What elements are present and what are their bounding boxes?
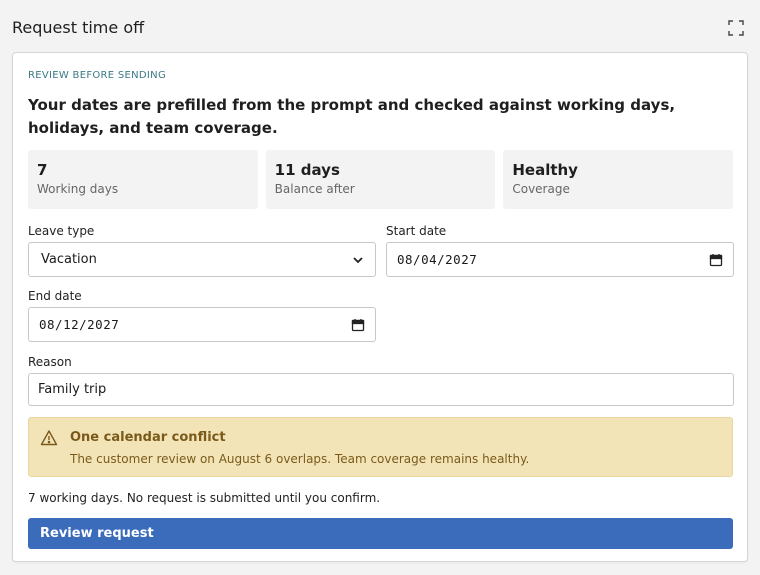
review-request-button[interactable]: Review request	[28, 518, 733, 549]
section-eyebrow: REVIEW BEFORE SENDING	[28, 70, 167, 81]
summary-footnote: 7 working days. No request is submitted …	[28, 491, 381, 505]
reason-input[interactable]: Family trip	[28, 373, 734, 406]
stat-value: 7	[37, 161, 48, 179]
stat-coverage: Healthy Coverage	[503, 150, 734, 209]
request-card: REVIEW BEFORE SENDING Your dates are pre…	[12, 52, 748, 562]
stat-value: Healthy	[512, 161, 578, 179]
card-headline: Your dates are prefilled from the prompt…	[28, 96, 676, 137]
leave-type-label: Leave type	[28, 224, 95, 238]
leave-type-select[interactable]: Vacation	[28, 242, 376, 277]
end-date-label: End date	[28, 289, 82, 303]
stat-label: Coverage	[512, 182, 570, 196]
stat-label: Balance after	[274, 182, 355, 196]
stat-balance-after: 11 days Balance after	[265, 150, 496, 209]
start-date-input[interactable]: 08/04/2027	[386, 242, 734, 277]
stats-row: 7 Working days 11 days Balance after Hea…	[28, 150, 734, 209]
start-date-value: 08/04/2027	[397, 252, 478, 267]
expand-icon[interactable]	[728, 20, 744, 36]
start-date-label: Start date	[386, 224, 447, 238]
alert-body: The customer review on August 6 overlaps…	[70, 452, 530, 466]
calendar-icon[interactable]	[351, 318, 365, 332]
calendar-icon[interactable]	[709, 253, 723, 267]
warning-icon	[40, 430, 58, 446]
chevron-down-icon	[353, 256, 363, 263]
panel-title: Request time off	[12, 18, 145, 37]
end-date-value: 08/12/2027	[39, 317, 120, 332]
reason-label: Reason	[28, 355, 72, 369]
reason-value: Family trip	[38, 382, 107, 397]
panel-header: Request time off	[12, 18, 748, 40]
stat-label: Working days	[37, 182, 119, 196]
stat-working-days: 7 Working days	[28, 150, 258, 209]
stat-value: 11 days	[274, 161, 340, 179]
leave-type-value: Vacation	[41, 252, 97, 267]
alert-title: One calendar conflict	[70, 430, 226, 445]
conflict-alert: One calendar conflict The customer revie…	[28, 417, 733, 477]
end-date-input[interactable]: 08/12/2027	[28, 307, 376, 342]
